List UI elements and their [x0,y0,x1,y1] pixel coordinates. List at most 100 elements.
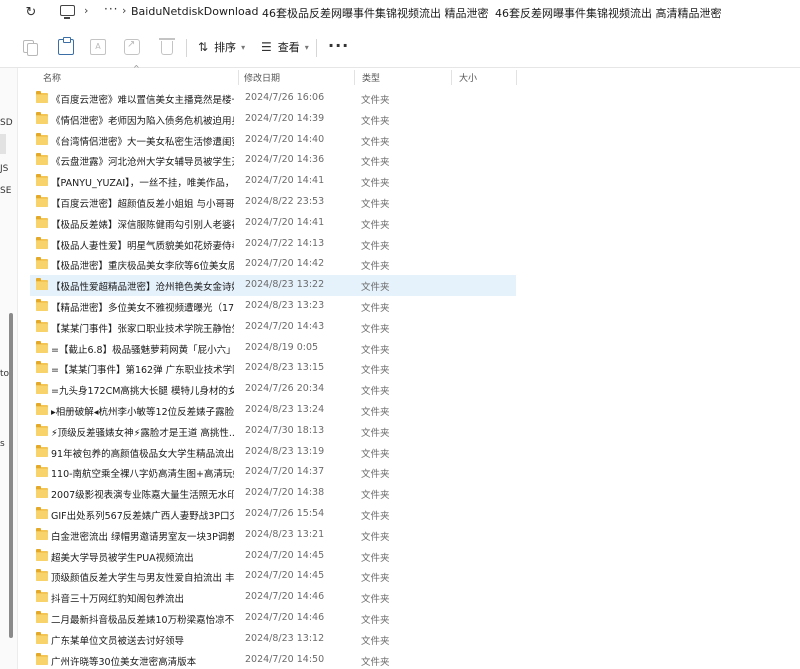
nav-item-fragment[interactable]: to [0,369,9,379]
column-divider[interactable] [451,70,452,85]
view-label: 查看 [277,41,300,54]
file-type: 文件夹 [361,511,390,522]
file-row[interactable]: ⚡顶级反差骚婊女神⚡露脸才是王道 高挑性... 2024/7/30 18:13 文件… [30,421,516,442]
file-row[interactable]: 二月最新抖音极品反差婊10万粉梁嘉怡凉不了... 2024/7/20 14:46 文… [30,608,516,629]
chevron-right-icon[interactable]: › [247,4,251,17]
column-header-size[interactable]: 大小 [459,71,477,84]
file-row[interactable]: 超美大学导员被学生PUA视频流出 2024/7/20 14:45 文件夹 [30,546,516,567]
nav-item-fragment[interactable]: SE [0,186,11,196]
file-row[interactable]: 《云盘泄露》河北沧州大学女辅导员被学生开房 2024/7/20 14:36 文件夹 [30,150,516,171]
file-type: 文件夹 [361,303,390,314]
file-row[interactable]: 抖音三十万网红豹知阁包养流出 2024/7/20 14:46 文件夹 [30,587,516,608]
more-options-button[interactable]: ··· [328,36,349,55]
chevron-right-icon[interactable]: › [122,4,126,17]
file-date: 2024/7/26 16:06 [245,92,325,103]
file-row[interactable]: 110-南航空乘全裸八字奶高清生图+高清玩奶视... 2024/7/20 14:3… [30,462,516,483]
file-row[interactable]: 【精品泄密】多位美女不雅视频遭曝光（17位... 2024/8/23 13:23 文… [30,296,516,317]
file-row[interactable]: 《情侣泄密》老师因为陷入债务危机被迫用身体... 2024/7/20 14:39 文… [30,109,516,130]
file-row[interactable]: 广东某单位文员被送去讨好领导 2024/8/23 13:12 文件夹 [30,629,516,650]
folder-icon [36,340,48,353]
breadcrumb-item-current[interactable]: 46套反差网曝事件集锦视频流出 高清精品泄密 [495,5,722,21]
file-name: 【精品泄密】多位美女不雅视频遭曝光（17位... [51,303,234,314]
file-name: 【极品泄密】重庆极品美女李欣等6位美女原档... [51,261,234,273]
file-date: 2024/7/20 14:41 [245,175,325,187]
file-row[interactable]: ▸相册破解◂杭州李小敏等12位反差婊子露脸小... 2024/8/23 13:24… [30,400,516,421]
file-row[interactable]: 【PANYU_YUZAI】，一丝不挂，唯美作品，美... 2024/7/20 14… [30,171,516,192]
nav-item-fragment[interactable]: JS [0,164,8,174]
file-row[interactable]: 2007级影视表演专业陈嘉大量生活照无水印 完... 2024/7/20 14:3… [30,483,516,504]
file-name: 2007级影视表演专业陈嘉大量生活照无水印 完... [51,490,234,502]
file-type: 文件夹 [361,573,390,585]
folder-icon [36,299,48,311]
file-name: =九头身172CM高挑大长腿 模特儿身材的女神... [51,386,234,398]
chevron-right-icon[interactable]: › [84,4,88,17]
column-divider[interactable] [354,70,355,85]
sort-button[interactable]: ⇅ 排序 ▾ [198,37,245,57]
file-type: 文件夹 [361,199,390,210]
folder-icon [36,215,48,228]
file-row[interactable]: GIF出处系列567反差婊广西人妻野战3P口交后... 2024/7/26 15:… [30,504,516,525]
file-row[interactable]: 顶级颜值反差大学生与男友性爱自拍流出 丰臀... 2024/7/20 14:45 文… [30,566,516,587]
chevron-right-icon[interactable]: › [482,4,486,17]
folder-icon [36,507,48,519]
view-button[interactable]: ☰ 查看 ▾ [261,37,309,57]
breadcrumb-overflow-button[interactable]: ··· [104,2,118,16]
nav-item-fragment[interactable]: s [0,439,5,449]
file-type: 文件夹 [361,552,390,564]
file-type: 文件夹 [361,615,390,626]
folder-icon [36,382,48,395]
file-row[interactable]: 【极品性爱超精品泄密】沧州艳色美女金诗媛与... 2024/8/23 13:22 文… [30,275,516,297]
column-divider[interactable] [238,70,239,85]
chevron-right-icon[interactable]: › [712,4,716,17]
file-name: 110-南航空乘全裸八字奶高清生图+高清玩奶视... [51,469,234,481]
file-name: 【极品反差婊】深信服陈健雨勾引别人老婆被闹... [51,219,234,231]
address-bar: ↻ › ··· › BaiduNetdiskDownload › 46套极品反差… [0,0,800,24]
file-type: 文件夹 [361,365,390,377]
folder-icon [36,174,48,187]
file-row[interactable]: 白金泄密流出 绿帽男邀请男室友一块3P调教啪... 2024/8/23 13:21… [30,525,516,546]
file-type: 文件夹 [361,469,390,481]
column-divider[interactable] [516,70,517,85]
file-name: 白金泄密流出 绿帽男邀请男室友一块3P调教啪... [51,531,234,543]
file-row[interactable]: 【某某门事件】张家口职业技术学院王静怡生活... 2024/7/20 14:43 文… [30,317,516,338]
file-row[interactable]: =【截止6.8】极品骚魅萝莉网黄「屁小六」全... 2024/8/19 0:05 文… [30,338,516,359]
file-date: 2024/7/20 14:39 [245,112,325,124]
copy-icon[interactable] [22,39,38,56]
navigation-pane[interactable]: SD JS SE to s [0,68,18,669]
toolbar-divider [186,39,187,57]
folder-icon [36,361,48,374]
file-date: 2024/7/20 14:42 [245,258,325,270]
file-row[interactable]: 《台湾情侣泄密》大一美女私密生活惨遭闺蜜曝... 2024/7/20 14:40 文… [30,130,516,151]
file-row[interactable]: 广州许晓等30位美女泄密高清版本 2024/7/20 14:50 文件夹 [30,650,516,669]
file-row[interactable]: 【百度云泄密】超颜值反差小姐姐 与小哥哥日... 2024/8/22 23:53 文… [30,192,516,213]
share-icon[interactable] [124,39,140,55]
file-row[interactable]: 【极品人妻性爱】明星气质貌美如花娇妻侍奉时... 2024/7/22 14:13 文… [30,234,516,255]
this-pc-icon[interactable] [60,5,75,19]
file-row[interactable]: 【极品反差婊】深信服陈健雨勾引别人老婆被闹... 2024/7/20 14:41 文… [30,213,516,234]
file-row[interactable]: =【某某门事件】第162弹 广东职业技术学院极... 2024/8/23 13:1… [30,358,516,379]
file-name: 【某某门事件】张家口职业技术学院王静怡生活... [51,323,234,335]
file-row[interactable]: 【极品泄密】重庆极品美女李欣等6位美女原档... 2024/7/20 14:42 文… [30,254,516,275]
file-row[interactable]: =九头身172CM高挑大长腿 模特儿身材的女神... 2024/7/26 20:3… [30,379,516,400]
folder-icon [36,423,48,436]
file-name: 【百度云泄密】超颜值反差小姐姐 与小哥哥日... [51,199,234,210]
nav-selected-item[interactable] [0,134,6,154]
file-name: 广州许晓等30位美女泄密高清版本 [51,656,197,668]
file-date: 2024/8/23 13:23 [245,300,325,311]
file-row[interactable]: 《百度云泄密》难以置信美女主播竟然是楼一大... 2024/7/26 16:06 文… [30,88,516,109]
breadcrumb-item[interactable]: 46套极品反差网曝事件集锦视频流出 精品泄密 [262,5,489,21]
file-name: 超美大学导员被学生PUA视频流出 [51,552,194,564]
column-header-type[interactable]: 类型 [362,71,380,84]
refresh-icon[interactable]: ↻ [22,3,40,21]
rename-icon[interactable]: A [90,39,106,55]
nav-item-fragment[interactable]: SD [0,118,13,128]
folder-icon [36,590,48,603]
column-header-date[interactable]: 修改日期 [244,71,280,84]
delete-icon[interactable] [159,38,175,55]
breadcrumb-item[interactable]: BaiduNetdiskDownload [131,5,258,18]
file-type: 文件夹 [361,407,390,418]
nav-scrollbar[interactable] [9,313,13,638]
file-row[interactable]: 91年被包养的高颜值极品女大学生精品流出，... 2024/8/23 13:19 文… [30,442,516,463]
column-header-name[interactable]: 名称 [43,71,61,84]
paste-icon[interactable] [58,37,74,55]
